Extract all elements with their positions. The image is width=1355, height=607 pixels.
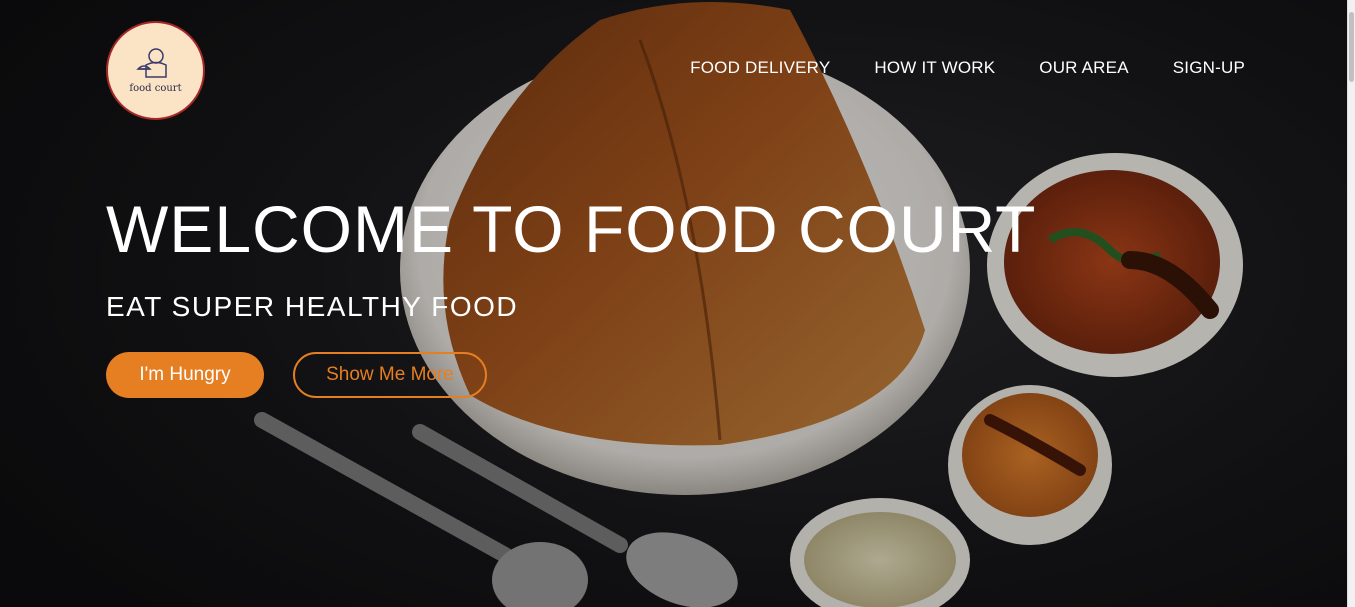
show-me-more-button[interactable]: Show Me More bbox=[293, 352, 487, 398]
main-nav: FOOD DELIVERY HOW IT WORK OUR AREA SIGN-… bbox=[690, 58, 1245, 78]
logo-text: food court bbox=[129, 83, 182, 94]
hero-title: WELCOME TO FOOD COURT bbox=[106, 192, 1037, 266]
hero-subtitle: EAT SUPER HEALTHY FOOD bbox=[106, 291, 519, 322]
chef-icon bbox=[135, 48, 167, 78]
nav-item-our-area[interactable]: OUR AREA bbox=[1039, 58, 1128, 78]
hero-section: food court FOOD DELIVERY HOW IT WORK OUR… bbox=[0, 0, 1355, 607]
scrollbar-thumb[interactable] bbox=[1349, 12, 1354, 82]
nav-item-food-delivery[interactable]: FOOD DELIVERY bbox=[690, 58, 830, 78]
nav-item-sign-up[interactable]: SIGN-UP bbox=[1173, 58, 1245, 78]
nav-item-how-it-work[interactable]: HOW IT WORK bbox=[874, 58, 995, 78]
im-hungry-button[interactable]: I'm Hungry bbox=[106, 352, 264, 398]
page-scrollbar[interactable] bbox=[1347, 0, 1355, 607]
food-court-logo[interactable]: food court bbox=[106, 21, 205, 120]
